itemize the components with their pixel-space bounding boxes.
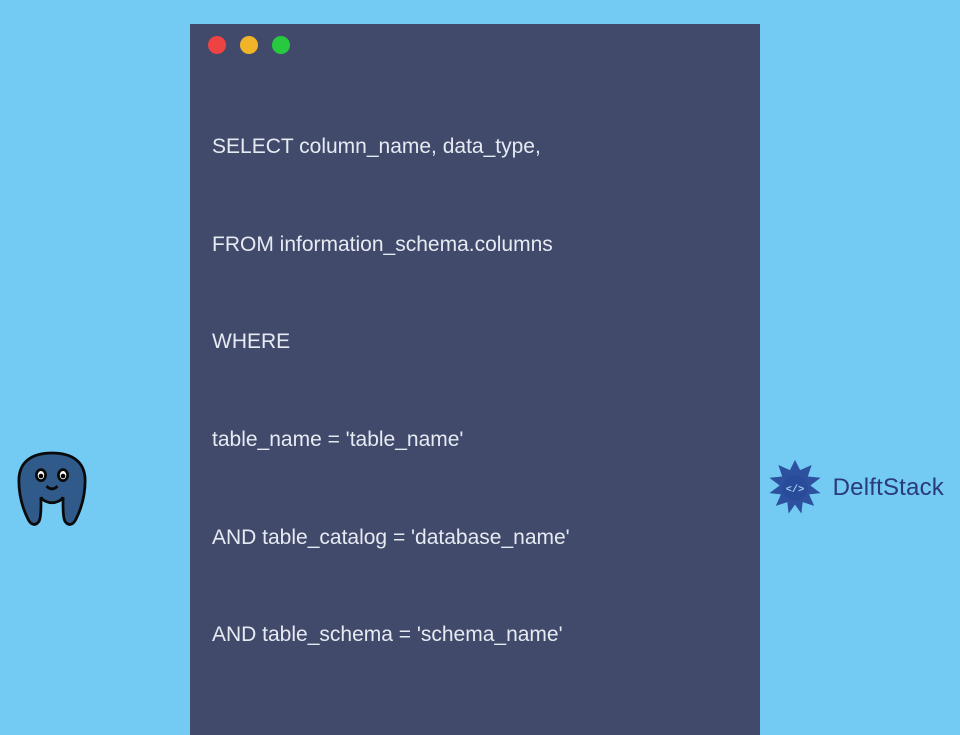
code-line: AND table_schema = 'schema_name' xyxy=(212,619,740,652)
postgresql-elephant-icon xyxy=(6,442,98,534)
brand-name: DelftStack xyxy=(833,474,944,502)
code-line: table_name = 'table_name' xyxy=(212,424,740,457)
brand: </> DelftStack xyxy=(763,456,944,520)
minimize-icon xyxy=(240,36,258,54)
code-line: FROM information_schema.columns xyxy=(212,229,740,262)
code-line: SELECT column_name, data_type, xyxy=(212,131,740,164)
svg-text:</>: </> xyxy=(785,484,803,496)
maximize-icon xyxy=(272,36,290,54)
window-titlebar xyxy=(190,24,760,60)
delftstack-badge-icon: </> xyxy=(763,456,827,520)
code-window: SELECT column_name, data_type, FROM info… xyxy=(190,24,760,735)
code-block: SELECT column_name, data_type, FROM info… xyxy=(190,60,760,717)
close-icon xyxy=(208,36,226,54)
code-line: AND table_catalog = 'database_name' xyxy=(212,522,740,555)
code-line: WHERE xyxy=(212,326,740,359)
